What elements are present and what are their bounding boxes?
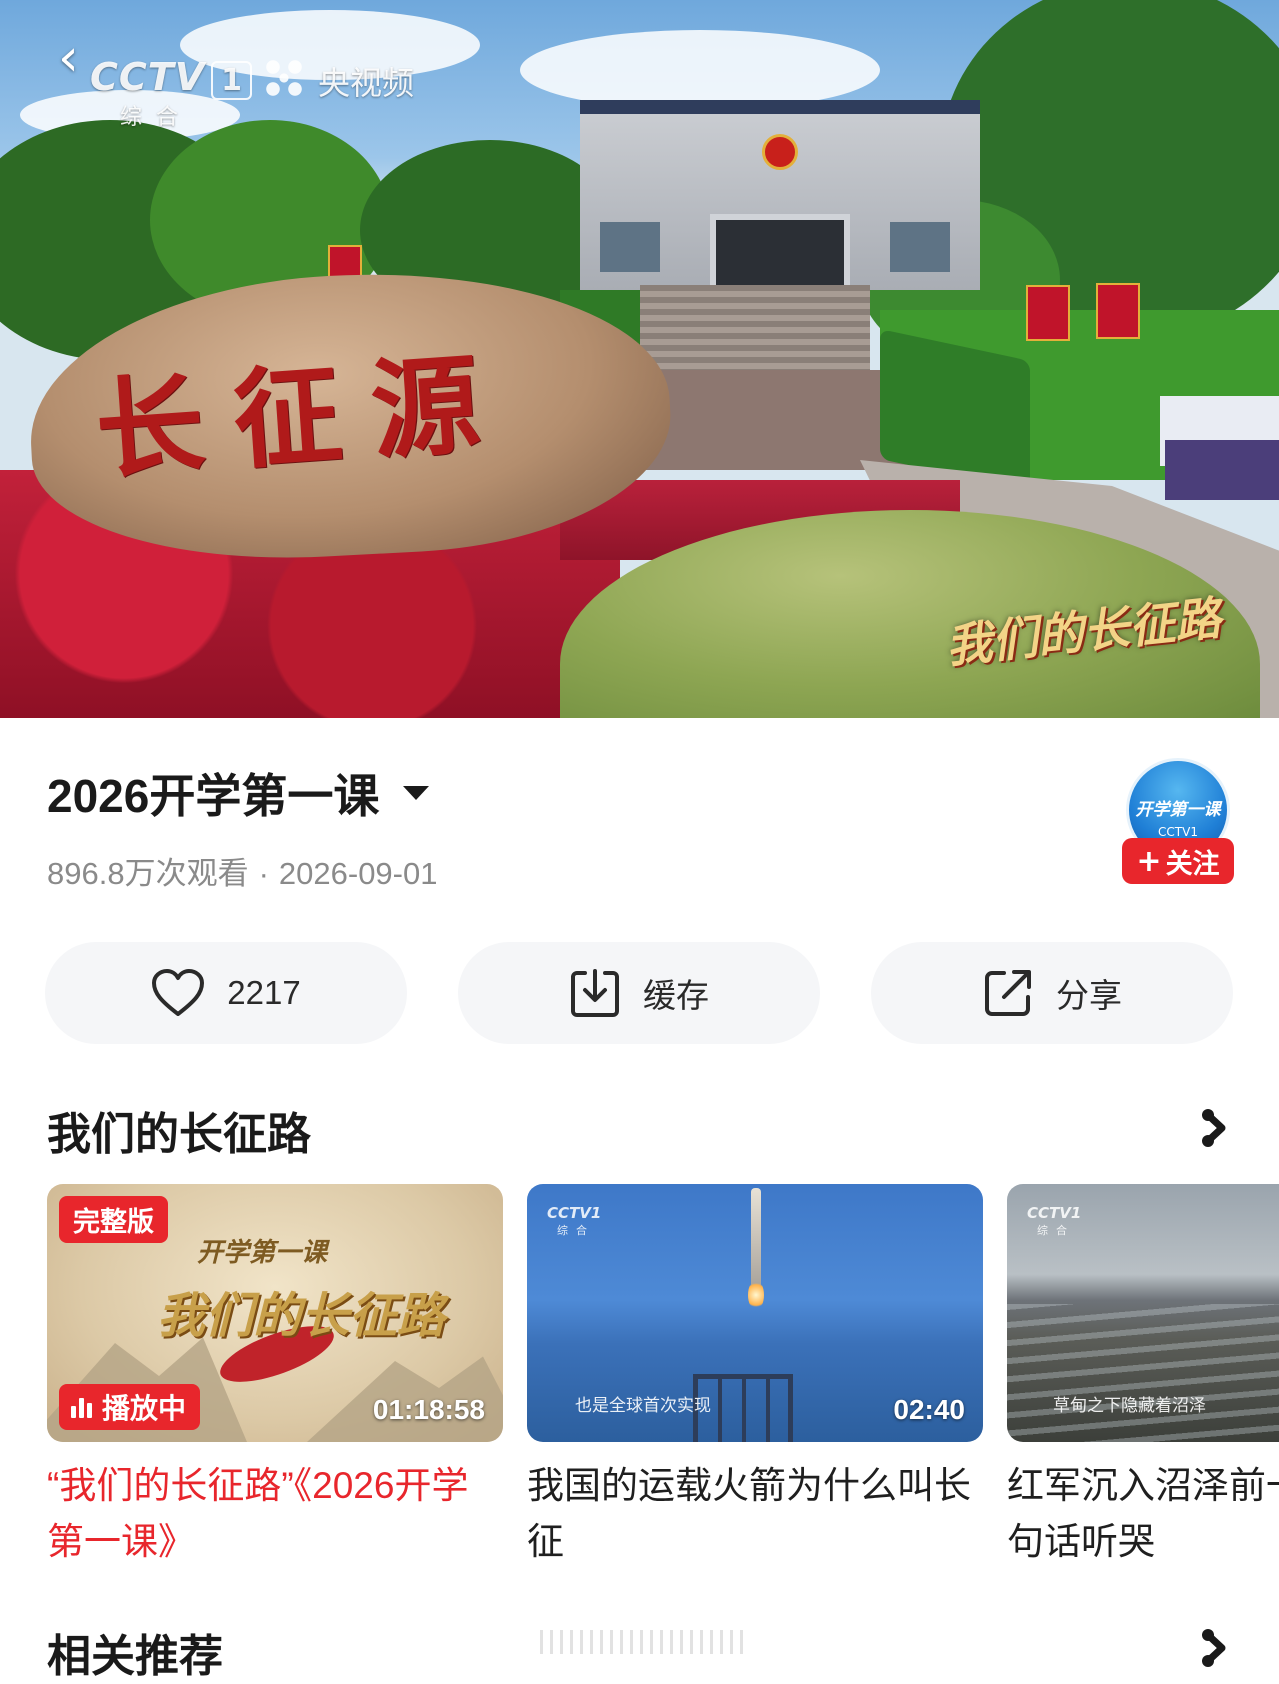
- marsh: [1007, 1304, 1279, 1442]
- now-playing-label: 播放中: [102, 1392, 187, 1425]
- channel-watermark: CCTV1 综合: [547, 1204, 601, 1238]
- playlist-carousel[interactable]: 开学第一课 我们的长征路 完整版 播放中 01:18:58 CCTV1 综合 也…: [0, 1184, 1279, 1484]
- red-banner: [1026, 285, 1070, 341]
- stairs: [640, 285, 870, 375]
- more-arrow-icon[interactable]: [1200, 1628, 1230, 1668]
- playlist-item[interactable]: CCTV1 综合 草甸之下隐藏着沼泽: [1007, 1184, 1279, 1442]
- separator-dot: ·: [258, 856, 269, 891]
- now-playing-badge: 播放中: [59, 1384, 201, 1430]
- signboard: [1165, 440, 1279, 500]
- video-meta: 896.8万次观看 · 2026-09-01: [47, 848, 437, 893]
- memorial-building: [580, 100, 980, 304]
- watermark-logo: CCTV1: [547, 1204, 602, 1222]
- title-row[interactable]: 2026开学第一课: [47, 760, 430, 826]
- channel-name: CCTV: [90, 55, 206, 99]
- subtitle-caption: 草甸之下隐藏着沼泽: [1053, 1396, 1206, 1416]
- avatar-sub: CCTV1: [1158, 825, 1198, 839]
- thumbnail-subtitle: 开学第一课: [197, 1238, 328, 1268]
- ysp-logo-icon: [262, 56, 306, 100]
- rock-inscription: 长征源: [91, 339, 514, 495]
- playlist-item-title[interactable]: 红军沉入沼泽前一句话听哭: [1007, 1458, 1279, 1570]
- share-label: 分享: [1056, 977, 1122, 1014]
- channel-sub: 综合: [120, 105, 193, 130]
- publish-date: 2026-09-01: [278, 856, 438, 891]
- share-icon: [985, 970, 1031, 1016]
- follow-button[interactable]: + 关注: [1122, 838, 1234, 884]
- video-title: 2026开学第一课: [47, 770, 380, 822]
- plus-icon: +: [1136, 843, 1162, 879]
- playlist-item-title[interactable]: 我国的运载火箭为什么叫长征: [527, 1458, 977, 1570]
- chevron-left-icon: ‹: [58, 28, 79, 88]
- avatar-text: 开学第一课: [1135, 800, 1221, 820]
- heart-icon: [152, 969, 205, 1016]
- platform-watermark: 央视频: [318, 64, 415, 102]
- related-title: 相关推荐: [47, 1632, 223, 1681]
- watermark-sub: 综合: [1037, 1224, 1075, 1237]
- like-button[interactable]: 2217: [45, 942, 407, 1044]
- playlist-item-title[interactable]: “我们的长征路”《2026开学第一课》: [47, 1458, 487, 1570]
- window: [600, 222, 660, 272]
- cache-label: 缓存: [643, 977, 709, 1014]
- watermark-logo: CCTV1: [1027, 1204, 1082, 1222]
- share-button[interactable]: 分享: [871, 942, 1233, 1044]
- channel-watermark: CCTV1 综合: [1027, 1204, 1081, 1238]
- caret-down-icon[interactable]: [403, 786, 430, 800]
- channel-number: 1: [211, 61, 252, 100]
- channel-watermark: CCTV1 综合: [90, 55, 252, 130]
- full-version-badge: 完整版: [59, 1196, 168, 1243]
- watermark-sub: 综合: [557, 1224, 595, 1237]
- rocket: [751, 1188, 761, 1288]
- like-count: 2217: [227, 974, 301, 1011]
- red-banner: [1096, 283, 1140, 339]
- video-player[interactable]: 长征源 ‹ CCTV 1 综合 央视频 我们的长征路: [0, 0, 1279, 718]
- thumbnail: CCTV1 综合 草甸之下隐藏着沼泽: [1007, 1184, 1279, 1442]
- playlist-titles: “我们的长征路”《2026开学第一课》 我国的运载火箭为什么叫长征 红军沉入沼泽…: [0, 1442, 1279, 1582]
- duration: 01:18:58: [372, 1394, 485, 1425]
- thumbnail-title: 我们的长征路: [157, 1288, 446, 1344]
- more-arrow-icon[interactable]: [1200, 1108, 1230, 1148]
- playlist-item[interactable]: 开学第一课 我们的长征路 完整版 播放中 01:18:58: [47, 1184, 503, 1442]
- thumbnail: CCTV1 综合 也是全球首次实现 02:40: [527, 1184, 983, 1442]
- emblem-icon: [762, 134, 798, 170]
- cloud: [520, 30, 880, 110]
- follow-label: 关注: [1165, 848, 1220, 880]
- scroll-indicator: [540, 1630, 750, 1654]
- window: [890, 222, 950, 272]
- playlist-title: 我们的长征路: [47, 1110, 311, 1159]
- rocket-flame: [748, 1280, 764, 1310]
- download-icon: [571, 969, 619, 1017]
- view-count: 896.8万次观看: [47, 856, 249, 891]
- equalizer-icon: [71, 1396, 92, 1418]
- duration: 02:40: [893, 1394, 965, 1425]
- thumbnail: 开学第一课 我们的长征路 完整版 播放中 01:18:58: [47, 1184, 503, 1442]
- playlist-item[interactable]: CCTV1 综合 也是全球首次实现 02:40: [527, 1184, 983, 1442]
- cache-button[interactable]: 缓存: [458, 942, 820, 1044]
